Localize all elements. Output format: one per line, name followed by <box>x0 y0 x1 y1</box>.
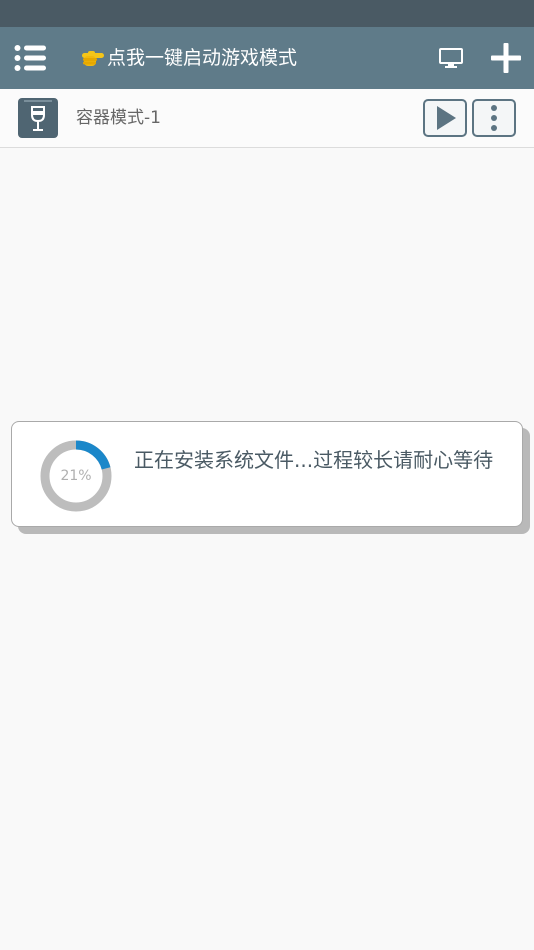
pointing-hand-icon <box>82 51 104 66</box>
monitor-icon <box>439 48 463 68</box>
install-status-message: 正在安装系统文件...过程较长请耐心等待 <box>134 448 494 472</box>
container-list-item[interactable]: 容器模式-1 <box>0 89 534 148</box>
container-name: 容器模式-1 <box>76 108 161 128</box>
wine-glass-box-icon <box>18 98 58 138</box>
more-vertical-icon <box>491 105 497 131</box>
list-menu-icon <box>14 45 46 71</box>
progress-percent-label: 21% <box>60 468 92 484</box>
install-progress-dialog: 21% 正在安装系统文件...过程较长请耐心等待 <box>11 421 523 527</box>
toolbar-title: 点我一键启动游戏模式 <box>107 47 298 69</box>
app-toolbar: 点我一键启动游戏模式 <box>0 27 534 89</box>
game-mode-launch-link[interactable]: 点我一键启动游戏模式 <box>80 45 297 71</box>
status-bar <box>0 0 534 27</box>
display-button[interactable] <box>438 47 464 69</box>
plus-icon <box>491 43 521 73</box>
menu-button[interactable] <box>14 44 48 72</box>
add-container-button[interactable] <box>489 41 523 75</box>
play-icon <box>437 106 456 130</box>
container-options-button[interactable] <box>472 99 516 137</box>
start-container-button[interactable] <box>423 99 467 137</box>
